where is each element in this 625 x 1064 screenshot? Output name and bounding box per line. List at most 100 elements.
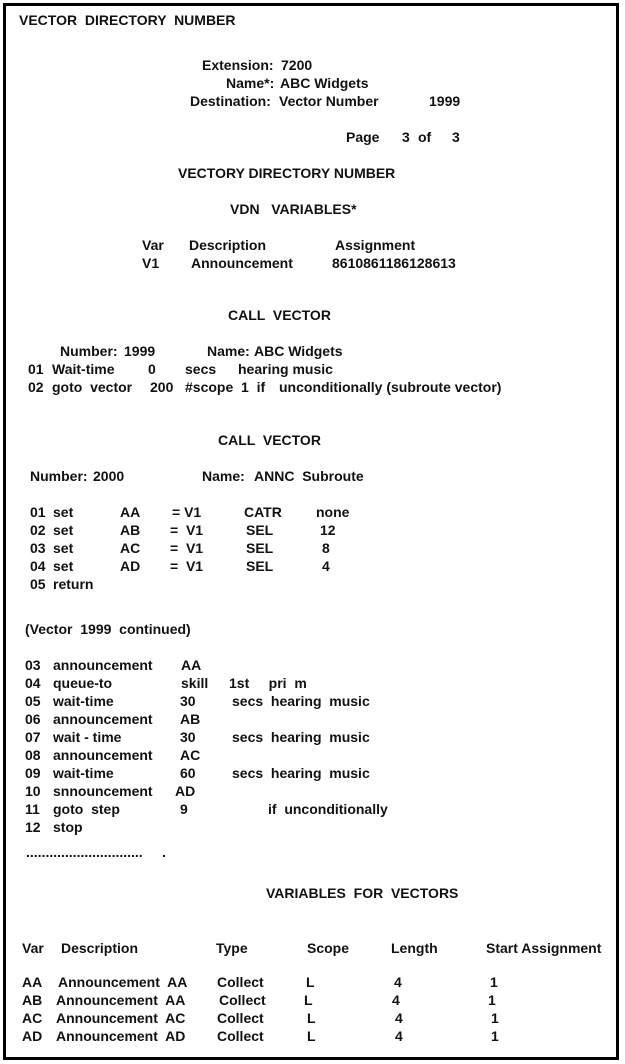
variable-row-var: AD bbox=[22, 1028, 43, 1044]
variable-row-var: AA bbox=[22, 974, 43, 990]
variable-row-length: 4 bbox=[395, 1010, 403, 1026]
cv2-step-number: 01 bbox=[30, 504, 46, 520]
continued-step-number: 05 bbox=[25, 693, 41, 709]
variable-row-start-assignment: 1 bbox=[491, 1010, 499, 1026]
destination-number: 1999 bbox=[429, 93, 461, 109]
vdn-row-assignment: 8610861186128613 bbox=[332, 255, 456, 271]
cv2-number-value: 2000 bbox=[93, 468, 125, 484]
cv2-step-number: 03 bbox=[30, 540, 46, 556]
variable-row-scope: L bbox=[307, 1028, 316, 1044]
variable-row-scope: L bbox=[307, 1010, 316, 1026]
continued-step-command: snnouncement bbox=[53, 783, 153, 799]
name-value: ABC Widgets bbox=[280, 75, 369, 91]
cv2-step-type: SEL bbox=[246, 558, 274, 574]
continued-step-command: stop bbox=[53, 819, 83, 835]
cv2-step-value: 8 bbox=[322, 540, 330, 556]
continued-step-number: 06 bbox=[25, 711, 41, 727]
continued-step-arg1: 60 bbox=[180, 765, 196, 781]
variable-row-description: Announcement AA bbox=[58, 974, 188, 990]
variable-row-type: Collect bbox=[217, 1028, 264, 1044]
var-col-description: Description bbox=[61, 940, 139, 956]
cv1-number-label: Number: bbox=[60, 343, 118, 359]
variable-row-scope: L bbox=[304, 992, 313, 1008]
cv1-number-value: 1999 bbox=[124, 343, 156, 359]
cv2-step-command: set bbox=[53, 558, 74, 574]
variable-row-type: Collect bbox=[217, 1010, 264, 1026]
destination-value: Vector Number bbox=[279, 93, 379, 109]
cv2-number-label: Number: bbox=[30, 468, 88, 484]
vdn-variables-title: VDN VARIABLES* bbox=[230, 201, 357, 217]
continued-step-number: 11 bbox=[25, 801, 40, 817]
vdn-section-title: VECTORY DIRECTORY NUMBER bbox=[178, 165, 396, 181]
continued-step-arg1: 30 bbox=[180, 729, 196, 745]
continued-step-number: 10 bbox=[25, 783, 41, 799]
cv2-name-value: ANNC Subroute bbox=[254, 468, 364, 484]
page-label: Page bbox=[346, 129, 380, 145]
cv2-step-operator: = V1 bbox=[170, 522, 204, 538]
continued-step-number: 08 bbox=[25, 747, 41, 763]
continued-step-arg2: secs hearing music bbox=[232, 765, 370, 781]
continued-heading: (Vector 1999 continued) bbox=[25, 621, 191, 637]
name-label: Name*: bbox=[226, 75, 275, 91]
cv2-step-value: 12 bbox=[320, 522, 336, 538]
variable-row-start-assignment: 1 bbox=[491, 1028, 499, 1044]
cv2-step-variable: AA bbox=[120, 504, 141, 520]
continued-step-arg1: skill bbox=[181, 675, 209, 691]
cv1-step-arg1: 200 bbox=[150, 379, 174, 395]
vdn-col-description: Description bbox=[189, 237, 267, 253]
variable-row-description: Announcement AA bbox=[56, 992, 186, 1008]
cv2-step-variable: AC bbox=[120, 540, 141, 556]
var-col-start-assignment: Start Assignment bbox=[486, 940, 602, 956]
cv1-step-arg1: 0 bbox=[148, 361, 156, 377]
continued-step-arg1: AB bbox=[180, 711, 201, 727]
variable-row-type: Collect bbox=[217, 974, 264, 990]
variable-row-var: AB bbox=[22, 992, 43, 1008]
continued-step-number: 03 bbox=[25, 657, 41, 673]
continued-step-number: 09 bbox=[25, 765, 41, 781]
continued-step-command: announcement bbox=[53, 711, 153, 727]
cv1-step-arg3: hearing music bbox=[238, 361, 333, 377]
cv2-step-operator: = V1 bbox=[170, 540, 204, 556]
cv2-step-value: 4 bbox=[322, 558, 330, 574]
document-title: VECTOR DIRECTORY NUMBER bbox=[19, 12, 236, 28]
cv2-step-variable: AB bbox=[120, 522, 141, 538]
call-vector-2-title: CALL VECTOR bbox=[218, 432, 321, 448]
continued-step-command: wait-time bbox=[53, 693, 114, 709]
vdn-row-var: V1 bbox=[142, 255, 160, 271]
cv2-step-operator: = V1 bbox=[172, 504, 202, 520]
vdn-col-assignment: Assignment bbox=[335, 237, 416, 253]
var-col-var: Var bbox=[22, 940, 44, 956]
extension-label: Extension: bbox=[202, 57, 274, 73]
continued-step-arg2: secs hearing music bbox=[232, 693, 370, 709]
continued-step-number: 04 bbox=[25, 675, 41, 691]
cv2-step-number: 05 bbox=[30, 576, 46, 592]
continued-step-command: announcement bbox=[53, 747, 153, 763]
cv1-step-cmd: goto vector bbox=[52, 379, 133, 395]
cv1-step-arg2: #scope 1 if bbox=[185, 379, 266, 395]
variable-row-start-assignment: 1 bbox=[488, 992, 496, 1008]
variable-row-length: 4 bbox=[392, 992, 400, 1008]
page-current: 3 bbox=[402, 129, 410, 145]
continued-step-arg1: AD bbox=[175, 783, 196, 799]
continued-step-arg2: secs hearing music bbox=[232, 729, 370, 745]
destination-label: Destination: bbox=[190, 93, 271, 109]
variable-row-scope: L bbox=[306, 974, 315, 990]
continued-step-arg3: if unconditionally bbox=[268, 801, 388, 817]
variable-row-length: 4 bbox=[394, 974, 402, 990]
vdn-row-description: Announcement bbox=[191, 255, 293, 271]
variable-row-start-assignment: 1 bbox=[490, 974, 498, 990]
continued-step-arg2: 1st pri m bbox=[229, 675, 307, 691]
continued-step-command: wait - time bbox=[53, 729, 122, 745]
var-col-type: Type bbox=[216, 940, 248, 956]
var-col-scope: Scope bbox=[307, 940, 350, 956]
continued-step-arg1: 30 bbox=[180, 693, 196, 709]
continued-step-command: wait-time bbox=[53, 765, 114, 781]
extension-value: 7200 bbox=[281, 57, 313, 73]
continued-step-arg1: AA bbox=[181, 657, 202, 673]
cv1-step-num: 01 bbox=[28, 361, 44, 377]
variable-row-var: AC bbox=[22, 1010, 43, 1026]
cv2-step-number: 04 bbox=[30, 558, 46, 574]
var-col-length: Length bbox=[391, 940, 438, 956]
cv2-step-operator: = V1 bbox=[170, 558, 204, 574]
cv2-name-label: Name: bbox=[202, 468, 245, 484]
